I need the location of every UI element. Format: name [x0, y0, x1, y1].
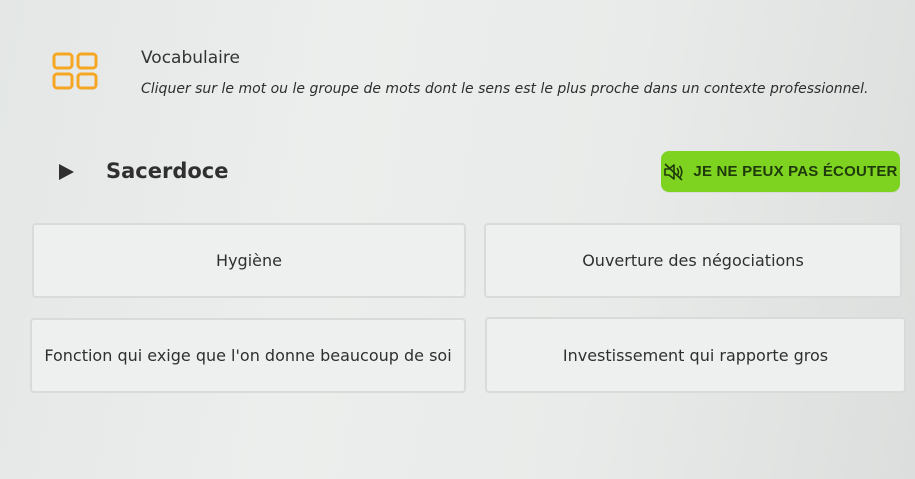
- answer-option[interactable]: Hygiène: [32, 223, 466, 298]
- cannot-listen-label: JE NE PEUX PAS ÉCOUTER: [693, 163, 898, 180]
- answer-option[interactable]: Ouverture des négociations: [484, 223, 902, 298]
- speaker-muted-icon: [664, 162, 683, 181]
- answer-option[interactable]: Fonction qui exige que l'on donne beauco…: [30, 318, 466, 393]
- vocabulary-grid-icon: [52, 52, 98, 90]
- answer-option-label: Fonction qui exige que l'on donne beauco…: [44, 346, 452, 365]
- play-button[interactable]: [54, 160, 78, 184]
- cannot-listen-button[interactable]: JE NE PEUX PAS ÉCOUTER: [661, 151, 900, 192]
- answer-option[interactable]: Investissement qui rapporte gros: [485, 317, 906, 393]
- question-word: Sacerdoce: [106, 159, 229, 183]
- answer-option-label: Ouverture des négociations: [582, 251, 804, 270]
- play-icon: [59, 164, 74, 180]
- section-title: Vocabulaire: [141, 48, 240, 68]
- answer-option-label: Hygiène: [216, 251, 282, 270]
- answer-option-label: Investissement qui rapporte gros: [562, 345, 829, 365]
- instruction-text: Cliquer sur le mot ou le groupe de mots …: [141, 81, 869, 97]
